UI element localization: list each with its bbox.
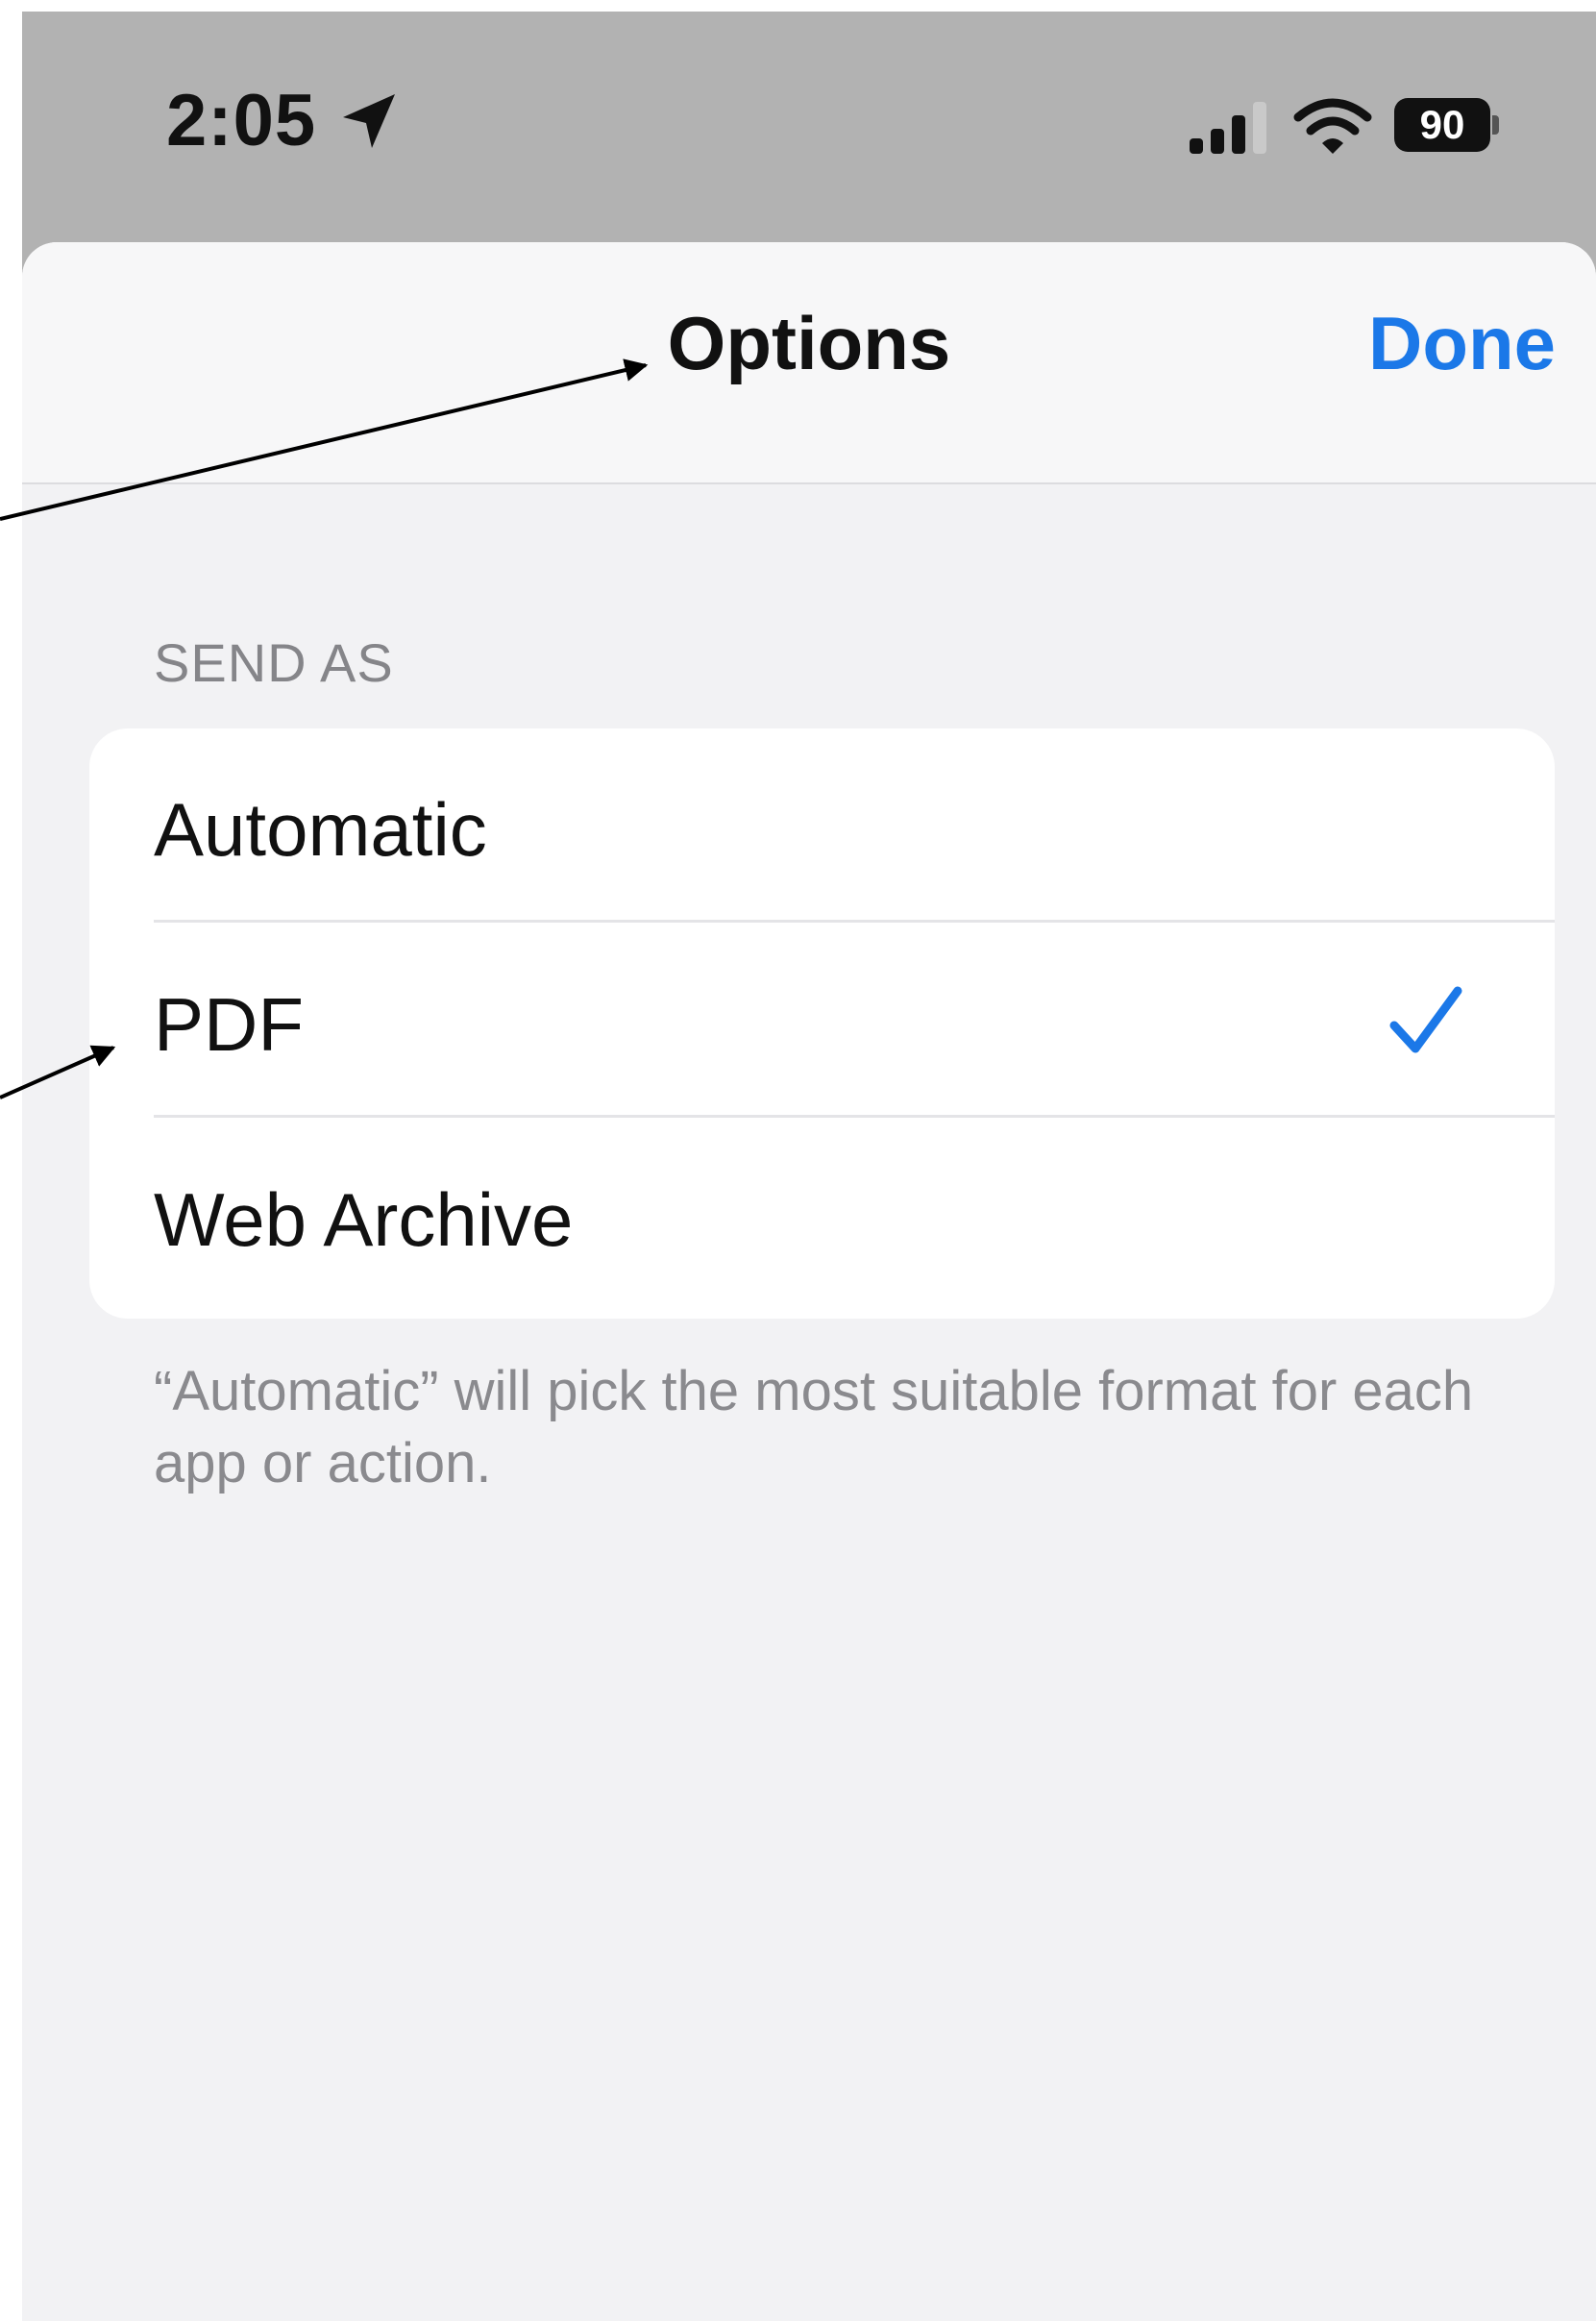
battery-tip <box>1492 115 1499 135</box>
done-button[interactable]: Done <box>1368 300 1556 387</box>
section-footer-note: “Automatic” will pick the most suitable … <box>154 1360 1474 1494</box>
battery-icon: 90 <box>1394 98 1500 152</box>
screenshot-canvas: 2:05 90 Options Done SEND AS Automatic P… <box>0 0 1596 2321</box>
option-automatic[interactable]: Automatic <box>89 728 1555 923</box>
wifi-icon <box>1293 98 1372 154</box>
divider <box>154 1115 1555 1118</box>
page-title: Options <box>667 301 951 385</box>
nav-bar: Options Done <box>22 242 1596 484</box>
location-arrow-icon <box>343 94 395 148</box>
divider <box>154 920 1555 923</box>
option-label: PDF <box>154 982 304 1067</box>
option-label: Automatic <box>154 787 487 872</box>
options-sheet: Options Done SEND AS Automatic PDF Web A… <box>22 242 1596 2321</box>
status-time: 2:05 <box>166 80 317 161</box>
checkmark-icon <box>1389 986 1462 1053</box>
send-as-options-group: Automatic PDF Web Archive <box>89 728 1555 1319</box>
option-pdf[interactable]: PDF <box>89 924 1555 1118</box>
section-header-send-as: SEND AS <box>154 632 394 693</box>
phone-screen: 2:05 90 Options Done SEND AS Automatic P… <box>22 12 1596 2321</box>
battery-level: 90 <box>1419 102 1465 147</box>
cellular-signal-icon <box>1190 102 1266 154</box>
status-bar: 2:05 90 <box>22 12 1596 242</box>
option-label: Web Archive <box>154 1177 574 1262</box>
option-web-archive[interactable]: Web Archive <box>89 1119 1555 1313</box>
